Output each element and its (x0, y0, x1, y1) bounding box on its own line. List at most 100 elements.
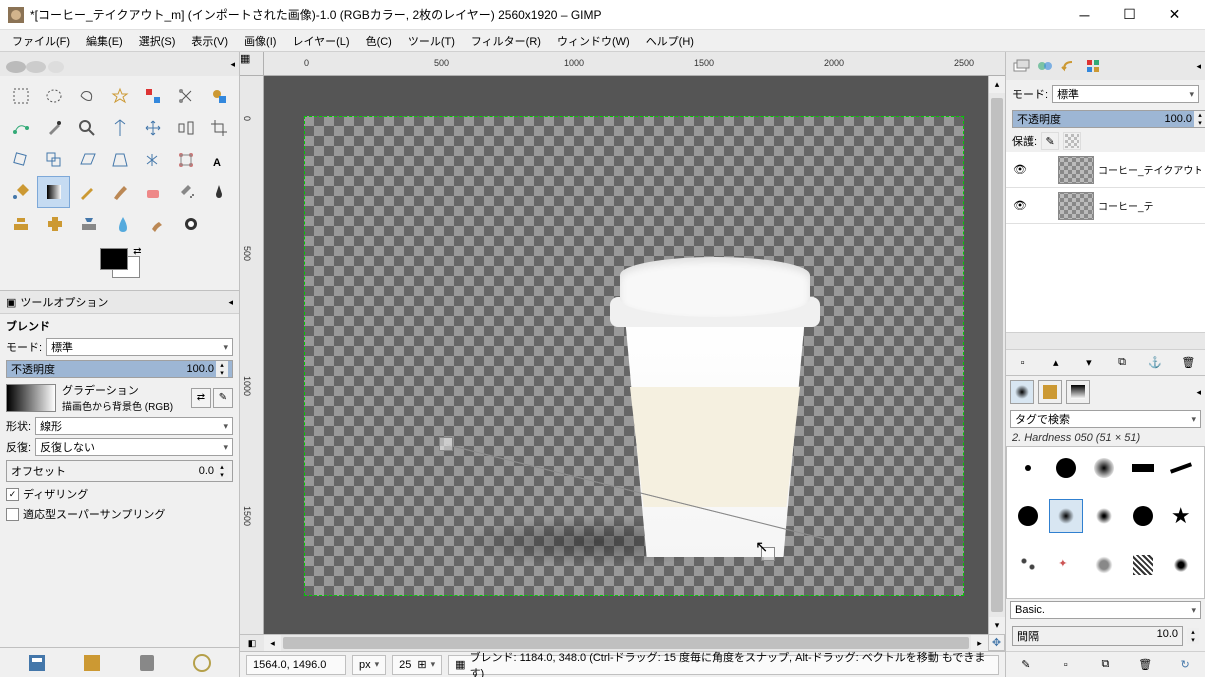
menu-item[interactable]: ファイル(F) (4, 30, 78, 52)
tool-options-config-icon[interactable]: ◂ (228, 297, 233, 308)
config-arrow-icon[interactable]: ◂ (230, 59, 235, 70)
measure-tool[interactable] (103, 112, 136, 144)
scroll-thumb-v[interactable] (991, 98, 1003, 612)
brush-item[interactable] (1087, 499, 1121, 533)
blend-tool[interactable] (37, 176, 70, 208)
flip-tool[interactable] (136, 144, 169, 176)
ink-tool[interactable] (202, 176, 235, 208)
brush-item[interactable] (1087, 451, 1121, 485)
brush-spacing-slider[interactable]: 間隔 10.0 (1012, 626, 1183, 646)
layer-name[interactable]: コーヒー_テ (1098, 198, 1201, 213)
shear-tool[interactable] (70, 144, 103, 176)
paths-tool[interactable] (4, 112, 37, 144)
heal-tool[interactable] (38, 208, 72, 240)
anchor-layer-button[interactable]: ⚓ (1145, 353, 1165, 373)
pencil-tool[interactable] (70, 176, 103, 208)
brush-item[interactable] (1011, 451, 1045, 485)
brush-item[interactable]: ✦ (1049, 548, 1083, 582)
ruler-vertical[interactable]: 050010001500 (240, 76, 264, 634)
layer-name[interactable]: コーヒー_テイクアウト (1098, 162, 1201, 177)
minimize-button[interactable]: ─ (1062, 1, 1107, 29)
brush-new-button[interactable]: ▫ (1056, 655, 1076, 675)
brush-preset-select[interactable]: Basic.▾ (1010, 601, 1201, 619)
free-select-tool[interactable] (70, 80, 103, 112)
rect-select-tool[interactable] (4, 80, 37, 112)
menu-item[interactable]: ヘルプ(H) (638, 30, 702, 52)
brush-item[interactable] (1126, 451, 1160, 485)
maximize-button[interactable]: ☐ (1107, 1, 1152, 29)
status-unit-select[interactable]: px▾ (352, 655, 386, 675)
color-select-tool[interactable] (136, 80, 169, 112)
duplicate-layer-button[interactable]: ⧉ (1112, 353, 1132, 373)
paintbrush-tool[interactable] (103, 176, 136, 208)
blend-start-handle[interactable] (439, 437, 453, 451)
gradients-tab[interactable] (1066, 380, 1090, 404)
layer-visibility-icon[interactable]: 👁 (1010, 199, 1030, 212)
gradient-edit-button[interactable]: ✎ (213, 388, 233, 408)
brush-item[interactable] (1011, 499, 1045, 533)
offset-down[interactable]: ▾ (216, 471, 228, 479)
brush-duplicate-button[interactable]: ⧉ (1095, 655, 1115, 675)
scroll-thumb-h[interactable] (283, 637, 969, 649)
opacity-slider[interactable]: 不透明度 100.0▴▾ (6, 360, 233, 378)
patterns-tab[interactable] (1038, 380, 1062, 404)
close-button[interactable]: ✕ (1152, 1, 1197, 29)
gradient-preview[interactable] (6, 384, 56, 412)
brush-item[interactable] (1126, 548, 1160, 582)
reset-options-icon[interactable] (192, 653, 212, 673)
ruler-corner[interactable]: ▦ (240, 52, 264, 76)
bucket-fill-tool[interactable] (4, 176, 37, 208)
menu-item[interactable]: ツール(T) (400, 30, 463, 52)
color-picker-tool[interactable] (37, 112, 70, 144)
opacity-down[interactable]: ▾ (216, 369, 228, 377)
scale-tool[interactable] (37, 144, 70, 176)
foreground-color[interactable] (100, 248, 128, 270)
paths-tab-icon[interactable] (1082, 55, 1104, 77)
layer-opacity-down[interactable]: ▾ (1194, 119, 1205, 127)
perspective-tool[interactable] (103, 144, 136, 176)
repeat-select[interactable]: 反復しない▾ (35, 438, 233, 456)
color-swatches[interactable]: ⇄ (100, 248, 140, 278)
save-options-icon[interactable] (27, 653, 47, 673)
eraser-tool[interactable] (136, 176, 169, 208)
lock-pixels-icon[interactable]: ✎ (1041, 132, 1059, 150)
smudge-tool[interactable] (140, 208, 174, 240)
menu-item[interactable]: 選択(S) (131, 30, 184, 52)
undo-tab-icon[interactable] (1058, 55, 1080, 77)
zoom-tool[interactable] (70, 112, 103, 144)
fuzzy-select-tool[interactable] (103, 80, 136, 112)
layer-mode-select[interactable]: 標準▾ (1052, 85, 1199, 103)
new-layer-button[interactable]: ▫ (1013, 353, 1033, 373)
spacing-up[interactable]: ▴ (1187, 628, 1199, 636)
brush-item[interactable] (1011, 548, 1045, 582)
canvas-scrollbar-vertical[interactable]: ▴ ▾ (988, 76, 1005, 634)
mode-select[interactable]: 標準▾ (46, 338, 233, 356)
opacity-up[interactable]: ▴ (216, 361, 228, 369)
dither-checkbox[interactable]: ✓ (6, 488, 19, 501)
layer-row[interactable]: 👁コーヒー_テイクアウト (1006, 152, 1205, 188)
menu-item[interactable]: 色(C) (358, 30, 400, 52)
status-zoom-select[interactable]: 25⊞▾ (392, 655, 442, 675)
restore-options-icon[interactable] (82, 653, 102, 673)
brush-refresh-button[interactable]: ↻ (1175, 655, 1195, 675)
brush-item[interactable] (1049, 451, 1083, 485)
brush-tag-select[interactable]: タグで検索▾ (1010, 410, 1201, 428)
lock-alpha-icon[interactable] (1063, 132, 1081, 150)
perspective-clone-tool[interactable] (72, 208, 106, 240)
align-tool[interactable] (169, 112, 202, 144)
raise-layer-button[interactable]: ▴ (1046, 353, 1066, 373)
delete-options-icon[interactable] (137, 653, 157, 673)
layer-row[interactable]: 👁 コーヒー_テ (1006, 188, 1205, 224)
dodge-tool[interactable] (174, 208, 208, 240)
canvas[interactable]: ↖ (264, 76, 988, 634)
brush-item[interactable] (1164, 548, 1198, 582)
crop-tool[interactable] (202, 112, 235, 144)
rotate-tool[interactable] (4, 144, 37, 176)
swap-colors-icon[interactable]: ⇄ (133, 246, 141, 257)
channels-tab-icon[interactable] (1034, 55, 1056, 77)
layer-opacity-up[interactable]: ▴ (1194, 111, 1205, 119)
brush-item[interactable] (1164, 451, 1198, 485)
text-tool[interactable]: A (202, 144, 235, 176)
supersample-checkbox-row[interactable]: 適応型スーパーサンプリング (6, 506, 233, 522)
brush-item[interactable]: ★ (1164, 499, 1198, 533)
